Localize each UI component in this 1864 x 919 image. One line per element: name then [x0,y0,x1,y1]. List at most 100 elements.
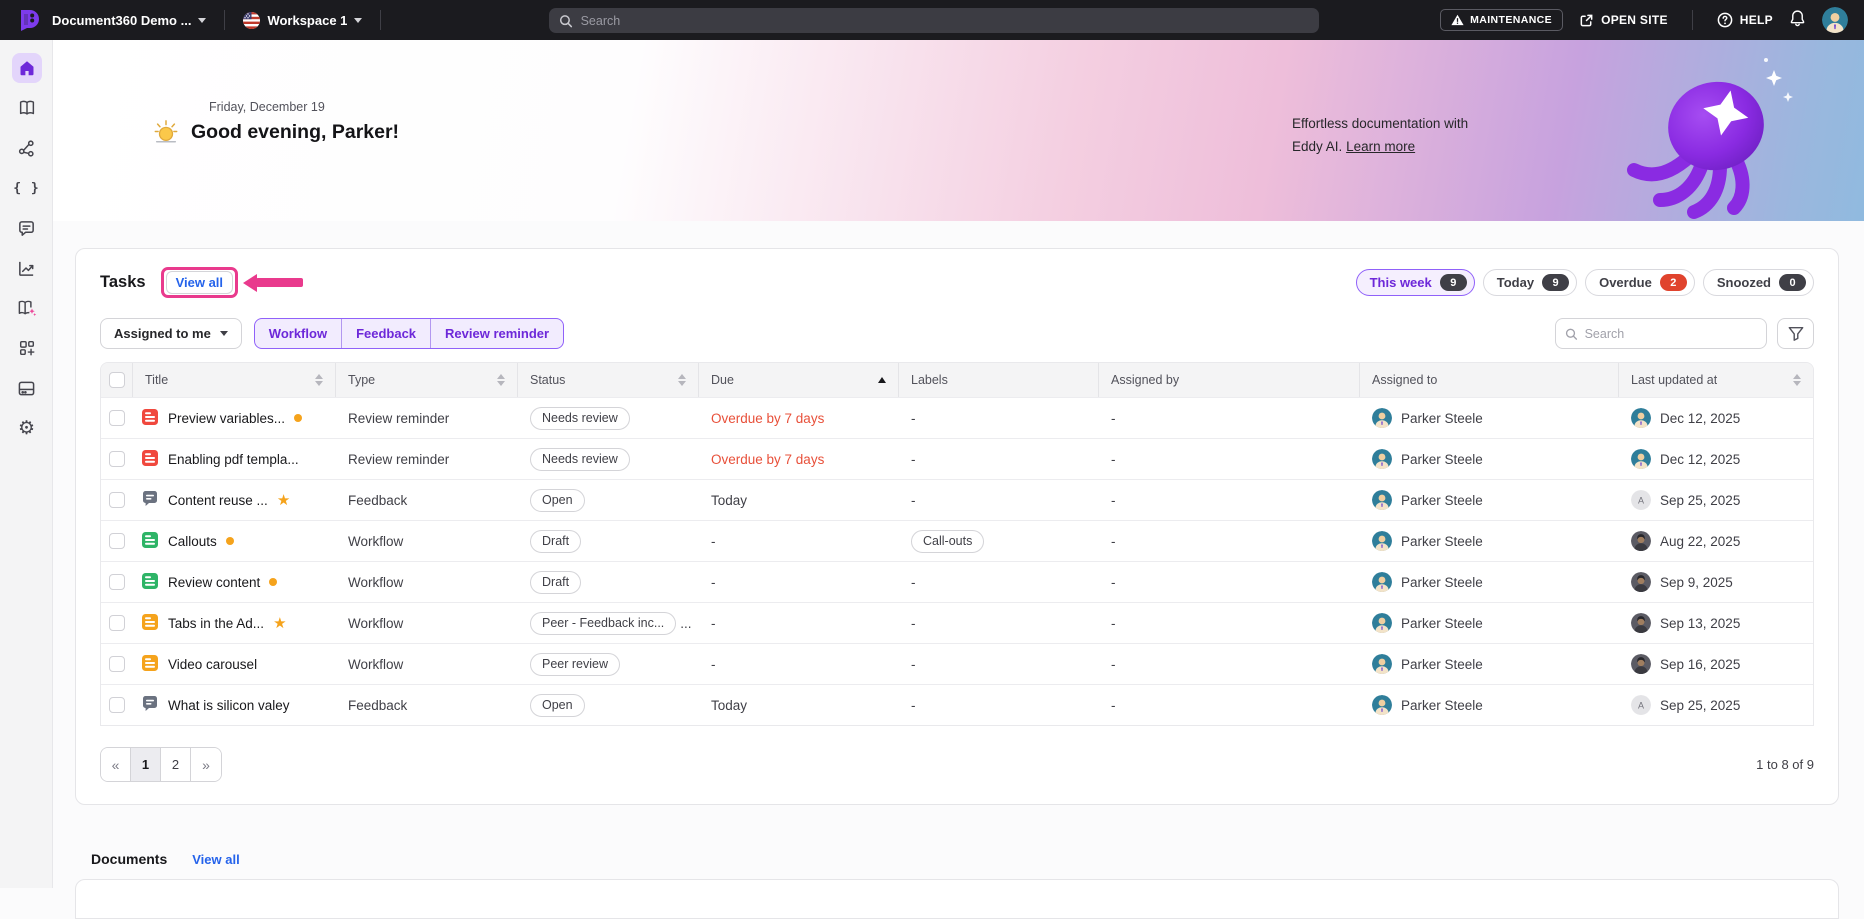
column-header-due[interactable]: Due [699,363,899,397]
pagination: « 1 2 » 1 to 8 of 9 [100,747,1814,782]
documents-section-header: Documents View all [91,851,1839,867]
table-row[interactable]: Preview variables... Review reminder Nee… [101,397,1813,438]
column-header-labels[interactable]: Labels [899,363,1099,397]
sidebar-item-apps[interactable] [0,328,53,368]
sort-icon[interactable] [315,374,323,386]
workspace-switcher[interactable]: Workspace 1 [243,11,363,29]
document360-logo-icon[interactable] [16,7,42,33]
project-switcher[interactable]: Document360 Demo ... [52,13,207,28]
chevron-down-icon [354,17,363,23]
table-row[interactable]: Content reuse ... ★ Feedback Open Today -… [101,479,1813,520]
select-all-checkbox[interactable] [108,372,125,388]
star-icon: ★ [276,491,291,509]
label-pill: Call-outs [911,529,985,553]
pagination-summary: 1 to 8 of 9 [1756,757,1814,772]
assignee-name: Parker Steele [1401,697,1483,713]
row-checkbox[interactable] [109,451,125,467]
sidebar-item-settings[interactable]: ⚙ [0,408,53,448]
task-filter-chip-today[interactable]: Today 9 [1482,269,1578,296]
sort-icon[interactable] [678,374,686,386]
table-row[interactable]: Enabling pdf templa... Review reminder N… [101,438,1813,479]
tasks-card: Tasks View all This week 9 Today 9 Overd… [75,248,1839,805]
table-search[interactable] [1555,318,1767,349]
sidebar-item-analytics[interactable] [0,248,53,288]
row-checkbox[interactable] [109,656,125,672]
sidebar-item-categories[interactable] [0,128,53,168]
row-checkbox[interactable] [109,615,125,631]
documents-title: Documents [91,851,168,867]
page-button-1[interactable]: 1 [131,748,161,781]
row-checkbox[interactable] [109,574,125,590]
global-search[interactable] [549,8,1319,33]
task-assigned-to: Parker Steele [1360,531,1619,551]
table-row[interactable]: Callouts Workflow Draft - Call-outs - Pa… [101,520,1813,561]
svg-text:A: A [1638,700,1644,710]
row-checkbox[interactable] [109,410,125,426]
help-button[interactable]: HELP [1717,12,1773,28]
row-checkbox[interactable] [109,697,125,713]
sort-icon[interactable] [1793,374,1801,386]
task-title: Tabs in the Ad... [168,615,265,631]
column-header-last-updated-at[interactable]: Last updated at [1619,363,1813,397]
row-checkbox[interactable] [109,533,125,549]
learn-more-link[interactable]: Learn more [1346,139,1415,154]
task-labels: - [911,615,916,631]
sort-icon[interactable] [497,374,505,386]
type-tab-review-reminder[interactable]: Review reminder [431,319,563,348]
type-tab-workflow[interactable]: Workflow [255,319,343,348]
divider [224,10,226,30]
sidebar-item-home[interactable] [0,48,53,88]
maintenance-button[interactable]: MAINTENANCE [1440,9,1564,31]
pagination-last-button[interactable]: » [191,748,221,781]
column-header-type[interactable]: Type [336,363,518,397]
task-last-updated: Aug 22, 2025 [1619,531,1813,551]
book-icon [19,100,34,115]
notifications-bell-icon[interactable] [1789,9,1806,32]
open-site-button[interactable]: OPEN SITE [1579,13,1668,28]
assignee-avatar [1372,449,1392,469]
chevron-down-icon [198,17,207,23]
task-labels: - [911,492,916,508]
table-row[interactable]: What is silicon valey Feedback Open Toda… [101,684,1813,725]
braces-icon: { } [13,180,40,196]
table-search-input[interactable] [1584,326,1757,341]
sidebar-item-feedback[interactable] [0,208,53,248]
table-row[interactable]: Video carousel Workflow Peer review - - … [101,643,1813,684]
table-row[interactable]: Review content Workflow Draft - - - Park… [101,561,1813,602]
task-title: Enabling pdf templa... [168,451,299,467]
row-checkbox[interactable] [109,492,125,508]
pagination-first-button[interactable]: « [101,748,131,781]
filter-button[interactable] [1777,318,1814,349]
updated-date: Sep 9, 2025 [1660,574,1733,590]
assignee-filter-dropdown[interactable]: Assigned to me [100,318,242,349]
sidebar-item-eddy-ai[interactable] [0,288,53,328]
task-due: - [711,656,716,672]
sitemap-icon [18,139,34,157]
sidebar-item-api-docs[interactable]: { } [0,168,53,208]
global-search-input[interactable] [580,13,1309,28]
user-avatar[interactable] [1822,7,1848,33]
task-filter-chip-overdue[interactable]: Overdue 2 [1585,269,1695,296]
pending-dot-icon [269,578,278,586]
page-button-2[interactable]: 2 [161,748,191,781]
tasks-view-all-button[interactable]: View all [165,271,234,294]
type-tab-feedback[interactable]: Feedback [342,319,432,348]
task-assigned-by: - [1111,492,1116,508]
column-header-status[interactable]: Status [518,363,699,397]
column-header-assigned-by[interactable]: Assigned by [1099,363,1360,397]
sidebar-item-documentation[interactable] [0,88,53,128]
updated-date: Dec 12, 2025 [1660,410,1741,426]
task-status: Peer - Feedback inc...... [518,611,699,635]
documents-view-all-link[interactable]: View all [192,852,239,867]
column-header-assigned-to[interactable]: Assigned to [1360,363,1619,397]
sidebar-item-drive[interactable] [0,368,53,408]
chip-count-badge: 0 [1779,274,1806,291]
task-filter-chip-this-week[interactable]: This week 9 [1355,269,1475,296]
table-row[interactable]: Tabs in the Ad... ★ Workflow Peer - Feedb… [101,602,1813,643]
sort-ascending-icon[interactable] [878,377,886,383]
task-status: Draft [518,529,699,553]
column-header-title[interactable]: Title [133,363,336,397]
updated-date: Sep 16, 2025 [1660,656,1741,672]
status-pill: Peer review [530,652,620,676]
task-filter-chip-snoozed[interactable]: Snoozed 0 [1702,269,1814,296]
